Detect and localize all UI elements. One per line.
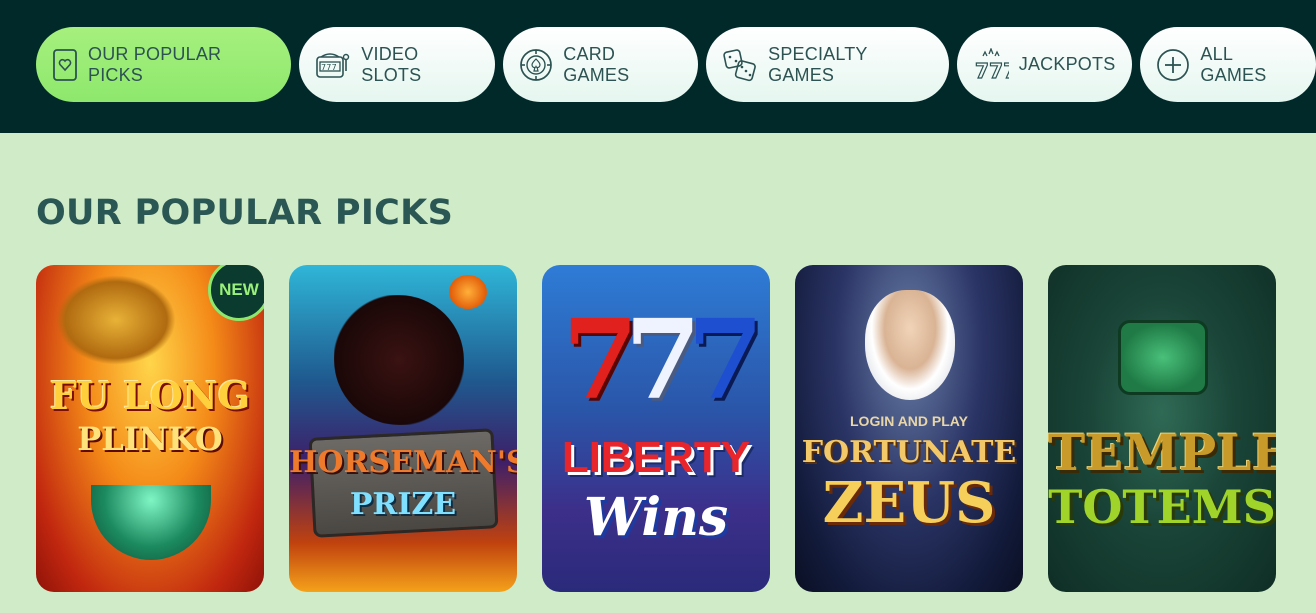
totem-mask-art — [1118, 320, 1208, 395]
tab-our-popular-picks[interactable]: OUR POPULAR PICKS — [36, 27, 292, 102]
pumpkin-art — [449, 275, 487, 309]
tab-label: VIDEO SLOTS — [361, 43, 422, 85]
game-title-line1: FORTUNATE — [801, 435, 1017, 470]
horseman-art — [334, 295, 464, 425]
game-title-line2: ZEUS — [822, 470, 996, 536]
tab-jackpots[interactable]: 777 JACKPOTS — [956, 27, 1133, 102]
game-card-liberty-wins[interactable]: 777 LIBERTY Wins — [542, 265, 770, 592]
game-title-line2: Wins — [583, 487, 729, 548]
plus-circle-icon — [1156, 48, 1190, 82]
game-title-line1: TEMPLE — [1048, 423, 1276, 482]
game-card-fortunate-zeus[interactable]: LOGIN AND PLAY FORTUNATE ZEUS — [795, 265, 1023, 592]
game-title-line1: FU LONG — [49, 373, 251, 418]
tab-label: CARD GAMES — [563, 43, 630, 85]
game-card-fu-long-plinko[interactable]: FU LONG PLINKO NEW — [36, 265, 264, 592]
tab-video-slots[interactable]: 777 VIDEO SLOTS — [299, 27, 496, 102]
game-tagline: LOGIN AND PLAY — [850, 413, 968, 429]
section-title: OUR POPULAR PICKS — [36, 193, 454, 233]
game-title-line2: PRIZE — [349, 487, 457, 522]
game-title-line2: TOTEMS — [1048, 480, 1276, 534]
poker-chip-icon — [519, 48, 553, 82]
tab-card-games[interactable]: CARD GAMES — [503, 27, 699, 102]
svg-text:777: 777 — [975, 59, 1009, 82]
game-card-horsemans-prize[interactable]: HORSEMAN'S PRIZE — [289, 265, 517, 592]
game-title-line1: HORSEMAN'S — [289, 445, 517, 480]
tab-label: ALL GAMES — [1200, 43, 1267, 85]
zeus-art — [865, 290, 955, 400]
tab-specialty-games[interactable]: SPECIALTY GAMES — [706, 27, 949, 102]
category-bar: OUR POPULAR PICKS 777 VIDEO SLOTS CARD G… — [0, 0, 1316, 133]
tab-label: OUR POPULAR PICKS — [88, 43, 222, 85]
slot-machine-icon: 777 — [315, 51, 351, 79]
game-card-temple-totems[interactable]: TEMPLE TOTEMS — [1048, 265, 1276, 592]
dragon-art — [56, 275, 176, 365]
triple-seven-icon: 777 — [973, 47, 1009, 82]
game-title-line2: PLINKO — [77, 420, 223, 458]
cauldron-art — [91, 485, 211, 560]
tab-label: SPECIALTY GAMES — [768, 43, 868, 85]
dice-icon — [722, 48, 758, 82]
heart-card-icon — [52, 48, 78, 82]
svg-text:777: 777 — [321, 63, 337, 72]
tab-all-games[interactable]: ALL GAMES — [1140, 27, 1316, 102]
tab-label: JACKPOTS — [1018, 54, 1116, 74]
game-title-line1: LIBERTY — [561, 433, 751, 482]
new-badge: NEW — [208, 265, 264, 321]
category-nav: OUR POPULAR PICKS 777 VIDEO SLOTS CARD G… — [36, 27, 1316, 102]
triple-seven-art: 777 — [562, 295, 764, 424]
game-grid: FU LONG PLINKO NEW HORSEMAN'S PRIZE 777 … — [36, 265, 1276, 592]
